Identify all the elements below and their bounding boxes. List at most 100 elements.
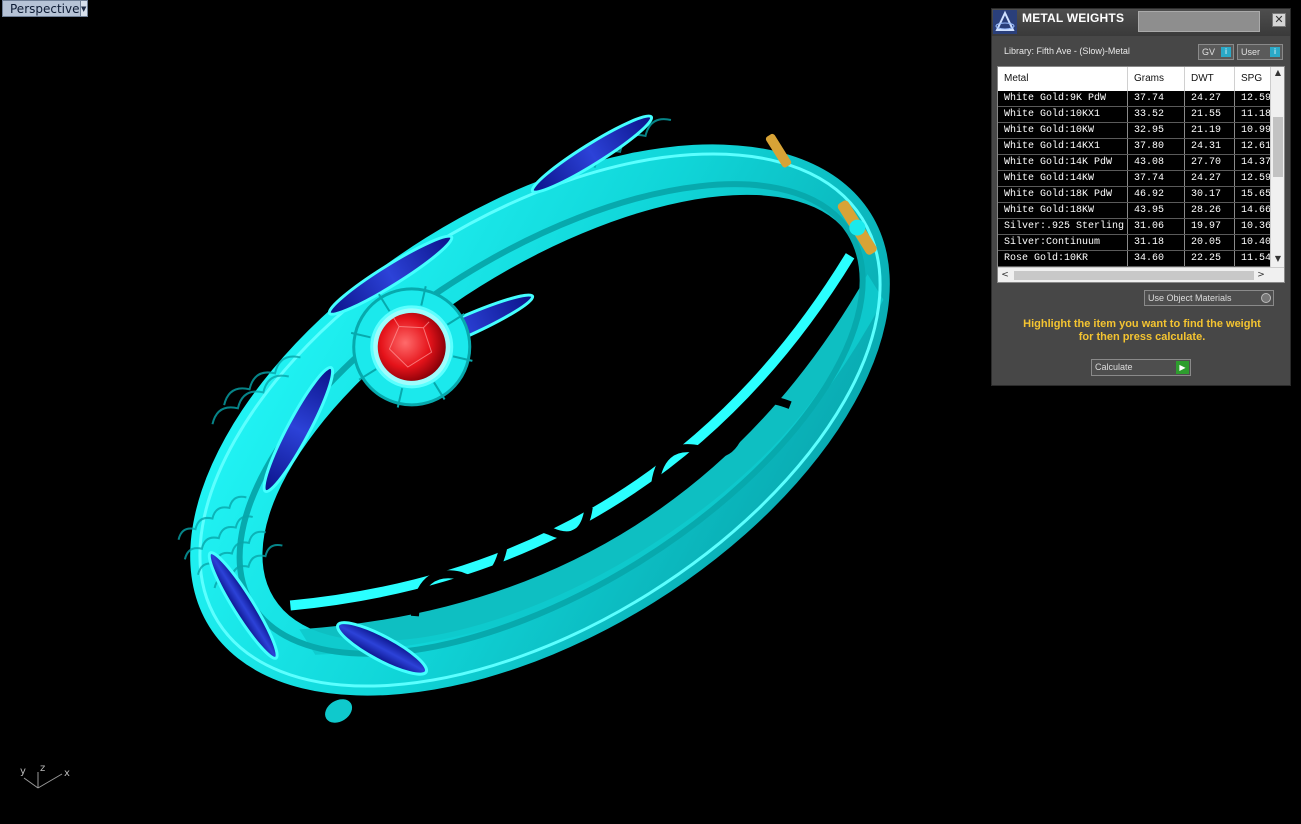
column-header-grams[interactable]: Grams (1128, 67, 1185, 91)
cell-metal: White Gold:18KW (998, 203, 1128, 218)
panel-titlebar[interactable]: METAL WEIGHTS ✕ (992, 9, 1290, 36)
cell-grams: 46.92 (1128, 187, 1185, 202)
cell-grams: 37.80 (1128, 139, 1185, 154)
cell-dwt: 21.19 (1185, 123, 1235, 138)
scroll-right-icon[interactable]: > (1254, 268, 1268, 282)
band-end-cap (322, 696, 356, 726)
scroll-up-icon[interactable]: ▲ (1271, 67, 1284, 79)
cell-metal: White Gold:18K PdW (998, 187, 1128, 202)
viewport-label[interactable]: Perspective (3, 2, 80, 16)
cell-dwt: 19.97 (1185, 219, 1235, 234)
cell-dwt: 28.26 (1185, 203, 1235, 218)
cell-grams: 33.52 (1128, 107, 1185, 122)
axis-widget: y z x (20, 763, 70, 789)
cell-grams: 37.74 (1128, 91, 1185, 106)
play-icon[interactable]: ▶ (1176, 361, 1189, 374)
gv-toggle[interactable]: GV i (1198, 44, 1234, 60)
cell-metal: Rose Gold:10KR (998, 251, 1128, 266)
cell-grams: 34.60 (1128, 251, 1185, 266)
app-logo-icon (993, 10, 1017, 34)
table-body: White Gold:9K PdW 37.74 24.27 12.59 White Go… (998, 91, 1275, 267)
calculate-label: Calculate (1095, 362, 1133, 372)
cell-grams: 32.95 (1128, 123, 1185, 138)
cell-spg: 10.99 (1235, 123, 1275, 138)
cell-spg: 14.37 (1235, 155, 1275, 170)
cell-metal: White Gold:10KW (998, 123, 1128, 138)
gv-toggle-label: GV (1202, 47, 1216, 57)
table-row[interactable]: White Gold:18KW 43.95 28.26 14.66 (998, 203, 1275, 219)
axis-label-z: z (40, 763, 45, 774)
table-row[interactable]: White Gold:14KX1 37.80 24.31 12.61 (998, 139, 1275, 155)
table-row[interactable]: White Gold:14KW 37.74 24.27 12.59 (998, 171, 1275, 187)
panel-title: METAL WEIGHTS (1022, 11, 1125, 25)
cell-spg: 12.61 (1235, 139, 1275, 154)
horizontal-scrollbar[interactable]: < > (998, 267, 1284, 282)
cell-metal: White Gold:14KW (998, 171, 1128, 186)
cell-spg: 12.59 (1235, 171, 1275, 186)
cell-dwt: 21.55 (1185, 107, 1235, 122)
calculate-button[interactable]: Calculate ▶ (1091, 359, 1191, 376)
vertical-scrollbar[interactable]: ▲ ▼ (1270, 67, 1284, 267)
cell-grams: 43.08 (1128, 155, 1185, 170)
cell-spg: 14.66 (1235, 203, 1275, 218)
vertical-scroll-thumb[interactable] (1273, 117, 1283, 177)
table-row[interactable]: White Gold:14K PdW 43.08 27.70 14.37 (998, 155, 1275, 171)
cell-dwt: 30.17 (1185, 187, 1235, 202)
library-label: Library: Fifth Ave - (Slow)-Metal (1004, 46, 1130, 56)
cell-dwt: 27.70 (1185, 155, 1235, 170)
cell-metal: White Gold:14KX1 (998, 139, 1128, 154)
column-header-metal[interactable]: Metal (998, 67, 1128, 91)
metal-table[interactable]: Metal Grams DWT SPG White Gold:9K PdW 37.… (997, 66, 1285, 283)
table-row[interactable]: White Gold:10KX1 33.52 21.55 11.18 (998, 107, 1275, 123)
use-object-materials-label: Use Object Materials (1148, 293, 1232, 303)
cell-metal: White Gold:10KX1 (998, 107, 1128, 122)
instructions-line-1: Highlight the item you want to find the … (1023, 318, 1261, 330)
table-row[interactable]: White Gold:18K PdW 46.92 30.17 15.65 (998, 187, 1275, 203)
cell-spg: 10.36 (1235, 219, 1275, 234)
scroll-down-icon[interactable]: ▼ (1271, 253, 1284, 265)
cell-grams: 31.06 (1128, 219, 1185, 234)
use-object-materials-button[interactable]: Use Object Materials (1144, 290, 1274, 306)
table-header: Metal Grams DWT SPG (998, 67, 1275, 91)
table-row[interactable]: Silver:Continuum 31.18 20.05 10.40 (998, 235, 1275, 251)
cell-dwt: 24.31 (1185, 139, 1235, 154)
info-icon[interactable]: i (1221, 47, 1231, 57)
cell-dwt: 24.27 (1185, 91, 1235, 106)
table-row[interactable]: Rose Gold:10KR 34.60 22.25 11.54 (998, 251, 1275, 267)
scroll-left-icon[interactable]: < (998, 268, 1012, 282)
axis-label-x: x (64, 768, 70, 779)
metal-weights-panel: METAL WEIGHTS ✕ Library: Fifth Ave - (Sl… (991, 8, 1291, 386)
cell-spg: 11.18 (1235, 107, 1275, 122)
radio-icon[interactable] (1261, 293, 1271, 303)
viewport-tab[interactable]: Perspective ▼ (2, 0, 88, 17)
cell-metal: White Gold:9K PdW (998, 91, 1128, 106)
cell-spg: 10.40 (1235, 235, 1275, 250)
viewport-dropdown-icon[interactable]: ▼ (79, 1, 87, 16)
table-row[interactable]: Silver:.925 Sterling 31.06 19.97 10.36 (998, 219, 1275, 235)
cell-grams: 31.18 (1128, 235, 1185, 250)
cell-grams: 37.74 (1128, 171, 1185, 186)
horizontal-scroll-thumb[interactable] (1014, 271, 1254, 280)
column-header-spg[interactable]: SPG (1235, 67, 1275, 91)
cell-spg: 15.65 (1235, 187, 1275, 202)
cell-dwt: 20.05 (1185, 235, 1235, 250)
instructions-text: Highlight the item you want to find the … (1002, 318, 1282, 344)
table-row[interactable]: White Gold:10KW 32.95 21.19 10.99 (998, 123, 1275, 139)
title-field (1138, 11, 1260, 32)
info-icon[interactable]: i (1270, 47, 1280, 57)
cell-spg: 11.54 (1235, 251, 1275, 266)
cell-grams: 43.95 (1128, 203, 1185, 218)
column-header-dwt[interactable]: DWT (1185, 67, 1235, 91)
cell-dwt: 22.25 (1185, 251, 1235, 266)
cell-metal: White Gold:14K PdW (998, 155, 1128, 170)
cell-metal: Silver:Continuum (998, 235, 1128, 250)
instructions-line-2: for then press calculate. (1078, 331, 1206, 343)
cell-dwt: 24.27 (1185, 171, 1235, 186)
user-toggle-label: User (1241, 47, 1261, 57)
user-toggle[interactable]: User i (1237, 44, 1283, 60)
cell-metal: Silver:.925 Sterling (998, 219, 1128, 234)
table-row[interactable]: White Gold:9K PdW 37.74 24.27 12.59 (998, 91, 1275, 107)
close-icon[interactable]: ✕ (1274, 13, 1283, 26)
axis-label-y: y (20, 766, 26, 777)
close-button[interactable]: ✕ (1272, 13, 1286, 27)
